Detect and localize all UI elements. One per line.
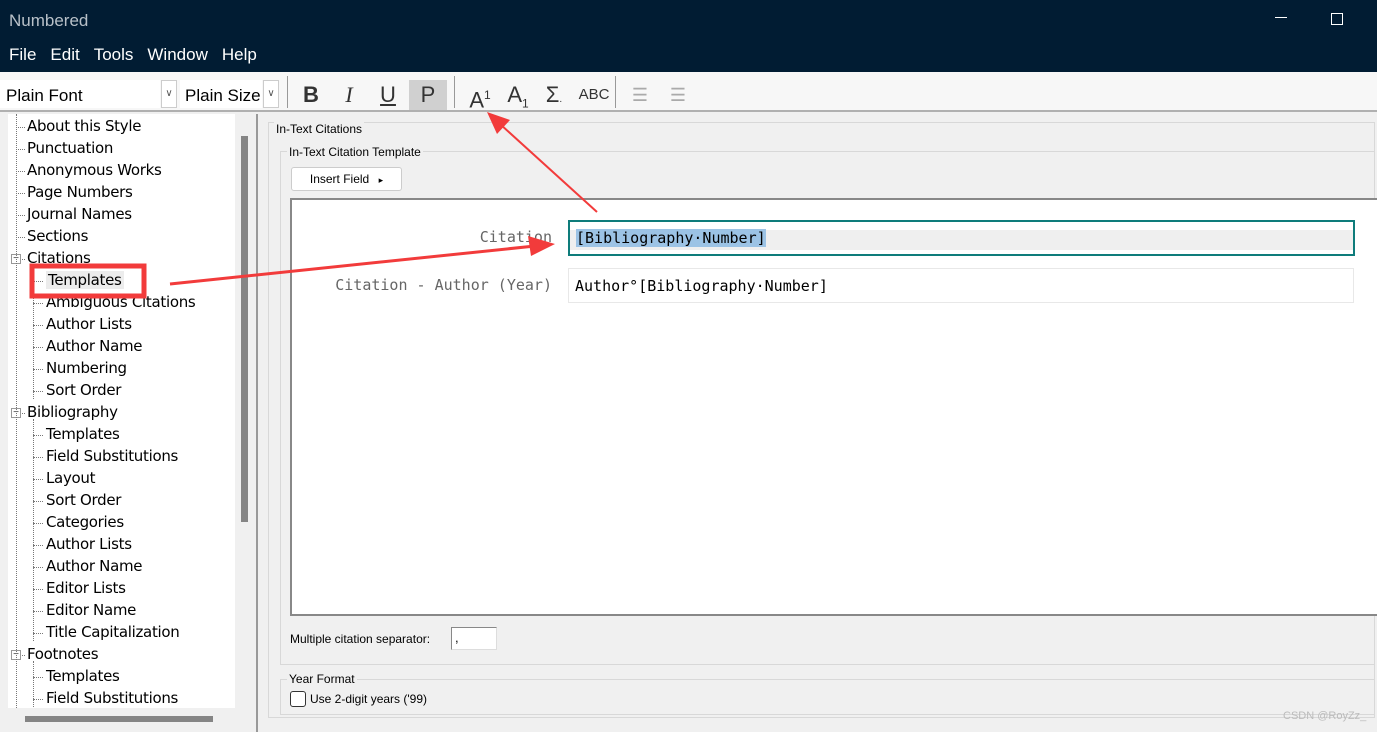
arrow-to-superscript [499, 123, 598, 213]
arrow-head-icon [528, 236, 555, 256]
highlight-box [29, 263, 147, 299]
arrow-to-citation [169, 244, 536, 286]
annotation-overlay [29, 112, 598, 299]
